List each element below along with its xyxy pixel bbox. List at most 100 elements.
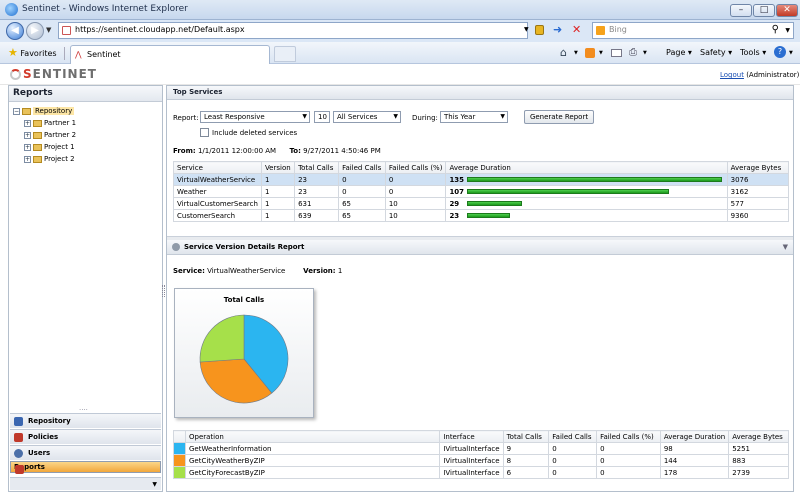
forward-icon[interactable]: ▶ [26,22,44,40]
tree-item-partner-1[interactable]: + Partner 1 [24,118,76,129]
logout-link[interactable]: Logout [720,71,744,79]
scope-select-value: All Services [337,113,378,121]
nav-overflow-button[interactable]: ▼ [10,477,161,490]
tree-label: Project 2 [44,155,75,163]
home-icon[interactable]: ⌂ [560,46,567,59]
table-row[interactable]: GetCityWeatherByZIP IVirtualInterface 8 0 0 1… [173,454,789,467]
page-menu[interactable]: Page ▾ [666,48,692,57]
legend-swatch [174,443,185,454]
nav-policies[interactable]: Policies [10,429,161,444]
column-header[interactable]: Average Duration [445,161,728,174]
column-header[interactable]: Average Bytes [728,430,789,443]
operation-cell: GetWeatherInformation [184,442,441,455]
browser-titlebar: Sentinet - Windows Internet Explorer – □… [0,0,800,20]
table-row[interactable]: GetWeatherInformation IVirtualInterface 9 0… [173,442,789,455]
report-select[interactable]: Least Responsive ▼ [200,111,310,123]
column-header[interactable]: Service [173,161,262,174]
history-dropdown-icon[interactable]: ▼ [46,26,51,34]
minimize-button[interactable]: – [730,4,752,17]
duration-cell: 29 [445,197,728,210]
column-header[interactable]: Operation [184,430,441,443]
table-row[interactable]: CustomerSearch 1 639 65 10 23 9360 [173,209,790,222]
print-icon[interactable]: ⎙ [629,47,637,58]
lock-icon[interactable] [535,25,544,35]
version-cell: 1 [260,197,296,210]
collapse-chevron-icon[interactable]: ▼ [783,243,788,251]
back-icon[interactable]: ◀ [6,22,24,40]
help-icon[interactable]: ? [774,46,786,58]
count-input[interactable]: 10 [314,111,330,123]
browser-tab[interactable]: ⋀ Sentinet [70,45,270,64]
duration-cell: 144 [659,454,730,467]
table-row[interactable]: VirtualWeatherService 1 23 0 0 135 3076 [173,173,790,186]
column-header[interactable]: Average Duration [659,430,730,443]
include-deleted-checkbox[interactable] [200,128,209,137]
nav-users[interactable]: Users [10,445,161,460]
expand-icon[interactable]: + [24,155,31,163]
panel-splitter[interactable] [162,285,165,297]
home-dropdown-icon[interactable]: ▼ [574,50,578,56]
column-header[interactable]: Failed Calls (%) [384,161,447,174]
expand-icon[interactable]: + [24,131,31,139]
address-dropdown-icon[interactable]: ▼ [524,26,529,33]
column-header[interactable]: Failed Calls [548,430,598,443]
generate-report-button[interactable]: Generate Report [524,110,594,124]
table-row[interactable]: VirtualCustomerSearch 1 631 65 10 29 577 [173,197,790,210]
collapse-icon[interactable]: − [13,107,20,115]
tree-item-repository[interactable]: − Repository [13,106,75,117]
search-field[interactable]: Bing ⚲ ▼ [592,22,794,39]
logo-text: ENTINET [32,67,97,81]
tree-item-project-2[interactable]: + Project 2 [24,154,75,165]
to-value: 9/27/2011 4:50:46 PM [303,147,381,155]
tree-label: Repository [33,107,75,115]
expand-icon[interactable]: + [24,119,31,127]
column-header[interactable]: Version [260,161,296,174]
feeds-dropdown-icon[interactable]: ▼ [599,50,603,56]
refresh-icon[interactable]: ➜ [553,23,562,36]
chevron-down-icon: ▼ [500,113,505,120]
failed-pct-cell: 0 [384,185,447,198]
nav-repository[interactable]: Repository [10,413,161,428]
search-dropdown-icon[interactable]: ▼ [785,27,790,34]
operation-cell: GetCityForecastByZIP [184,466,441,479]
pie-slice-getcityforecastbyzip[interactable] [199,314,245,363]
search-icon[interactable]: ⚲ [772,24,779,35]
tree-item-partner-2[interactable]: + Partner 2 [24,130,76,141]
duration-cell: 107 [445,185,728,198]
tab-favicon-icon: ⋀ [75,50,82,59]
tree-item-project-1[interactable]: + Project 1 [24,142,75,153]
failed-pct-cell: 0 [384,173,447,186]
help-dropdown-icon[interactable]: ▼ [789,50,793,56]
close-window-button[interactable]: ✕ [776,4,798,17]
safety-menu[interactable]: Safety ▾ [700,48,732,57]
splitter-grip[interactable]: .... [79,405,88,412]
table-row[interactable]: GetCityForecastByZIP IVirtualInterface 6 0 0… [173,466,789,479]
to-label: To: [289,147,301,155]
column-header[interactable]: Total Calls [294,161,340,174]
tools-menu[interactable]: Tools ▾ [740,48,766,57]
stop-icon[interactable]: ✕ [572,23,581,36]
failed-pct-cell: 0 [596,466,661,479]
maximize-button[interactable]: □ [753,4,775,17]
column-header[interactable]: Average Bytes [726,161,790,174]
column-header[interactable]: Failed Calls [338,161,386,174]
table-row[interactable]: Weather 1 23 0 0 107 3162 [173,185,790,198]
table-header-row: Operation Interface Total Calls Failed Call… [173,430,789,443]
username: (Administrator) [746,71,800,79]
favorites-button[interactable]: ★ Favorites [4,46,61,60]
new-tab-button[interactable] [274,46,296,62]
expand-icon[interactable]: + [24,143,31,151]
print-dropdown-icon[interactable]: ▼ [643,50,647,56]
column-header[interactable]: Interface [439,430,504,443]
column-header[interactable]: Total Calls [502,430,550,443]
during-select[interactable]: This Year ▼ [440,111,508,123]
feeds-icon[interactable] [585,48,595,58]
mail-icon[interactable] [611,49,622,57]
column-header[interactable]: Failed Calls (%) [596,430,661,443]
nav-reports[interactable]: Reports [10,461,161,474]
total-calls-cell: 8 [502,454,550,467]
version-label: Version: [303,267,336,275]
duration-bar [467,189,670,194]
address-field[interactable]: https://sentinet.cloudapp.net/Default.as… [58,22,528,39]
scope-select[interactable]: All Services ▼ [333,111,401,123]
